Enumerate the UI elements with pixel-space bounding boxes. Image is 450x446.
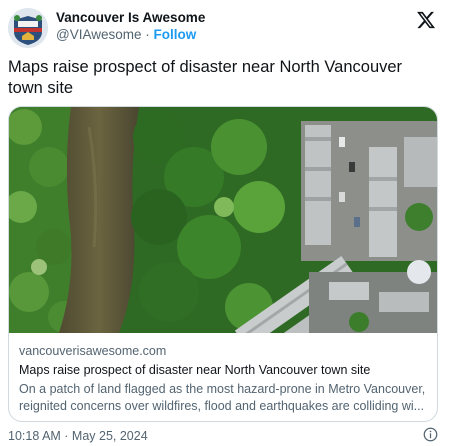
card-title[interactable]: Maps raise prospect of disaster near Nor… <box>19 362 431 379</box>
tweet-text: Maps raise prospect of disaster near Nor… <box>8 58 403 97</box>
link-card[interactable]: vancouverisawesome.com Maps raise prospe… <box>8 106 438 422</box>
card-domain[interactable]: vancouverisawesome.com <box>19 343 431 360</box>
aerial-photo <box>9 107 437 333</box>
tweet-timestamp[interactable]: 10:18 AM · May 25, 2024 <box>8 428 148 444</box>
info-icon[interactable] <box>423 427 438 442</box>
author-display-name[interactable]: Vancouver Is Awesome <box>56 9 205 26</box>
card-description: On a patch of land flagged as the most h… <box>19 382 426 413</box>
author-info: Vancouver Is Awesome @VIAwesome · Follow <box>56 9 205 44</box>
tweet-embed: Vancouver Is Awesome @VIAwesome · Follow… <box>0 0 450 446</box>
x-logo-icon[interactable] <box>416 10 436 30</box>
tweet-header: Vancouver Is Awesome @VIAwesome · Follow <box>8 8 442 48</box>
separator-dot: · <box>145 27 150 42</box>
follow-button[interactable]: Follow <box>154 27 197 42</box>
avatar[interactable] <box>8 8 48 48</box>
card-image[interactable] <box>9 107 437 333</box>
author-handle-row: @VIAwesome · Follow <box>56 26 205 44</box>
avatar-icon <box>8 8 48 48</box>
card-body: vancouverisawesome.com Maps raise prospe… <box>19 343 431 415</box>
author-handle[interactable]: @VIAwesome <box>56 27 142 42</box>
